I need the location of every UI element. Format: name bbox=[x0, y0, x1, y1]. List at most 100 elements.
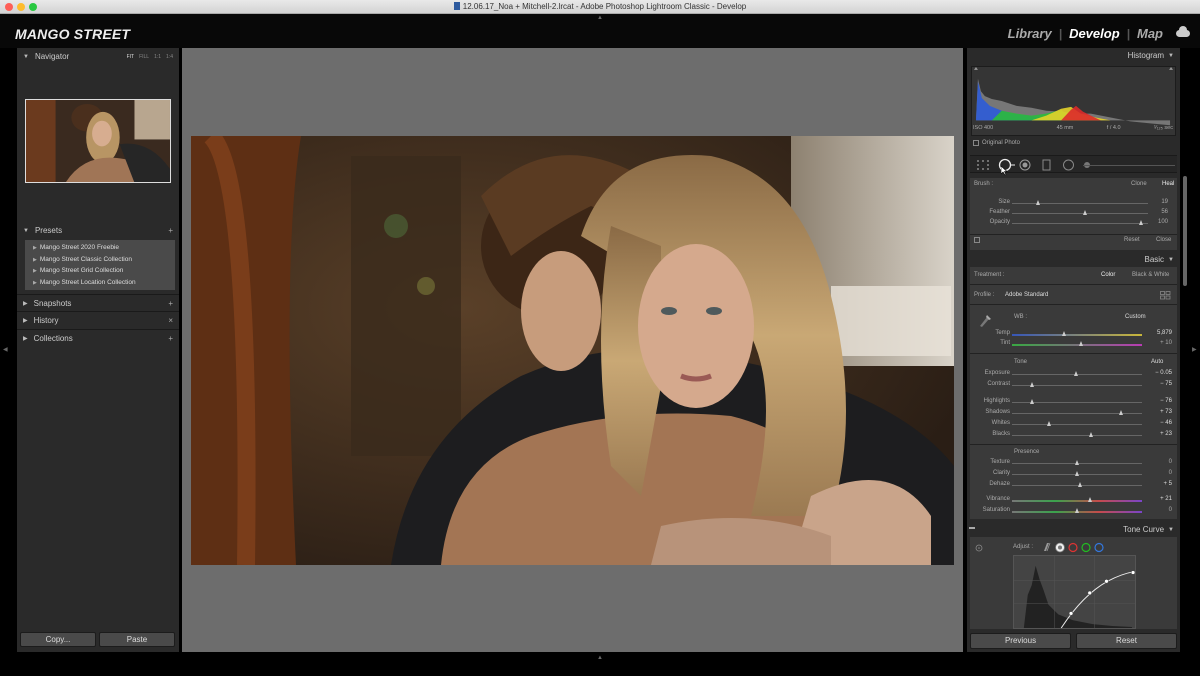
original-photo-checkbox[interactable] bbox=[973, 140, 979, 146]
size-value[interactable]: 19 bbox=[1142, 199, 1168, 205]
tint-slider-thumb[interactable] bbox=[1079, 341, 1083, 346]
wb-dropdown[interactable]: Custom bbox=[1125, 314, 1146, 320]
reset-button[interactable]: Reset bbox=[1076, 633, 1177, 649]
exposure-slider-row[interactable]: Exposure − 0.05 bbox=[970, 370, 1177, 379]
zoom-1-1[interactable]: 1:1 bbox=[154, 54, 161, 60]
blacks-slider-row[interactable]: Blacks + 23 bbox=[970, 431, 1177, 440]
paste-button[interactable]: Paste bbox=[99, 632, 175, 647]
highlights-value[interactable]: − 76 bbox=[1146, 398, 1172, 404]
module-map[interactable]: Map bbox=[1130, 26, 1170, 41]
collapse-triangle-icon[interactable]: ▼ bbox=[23, 54, 29, 60]
vibrance-slider-track[interactable] bbox=[1012, 500, 1142, 502]
size-slider-track[interactable] bbox=[1012, 203, 1148, 204]
right-panel-scrollbar[interactable] bbox=[1183, 176, 1187, 286]
shadows-slider-thumb[interactable] bbox=[1119, 410, 1123, 415]
previous-button[interactable]: Previous bbox=[970, 633, 1071, 649]
whites-value[interactable]: − 46 bbox=[1146, 420, 1172, 426]
shadows-slider-row[interactable]: Shadows + 73 bbox=[970, 409, 1177, 418]
navigator-thumbnail[interactable] bbox=[25, 99, 171, 183]
opacity-slider-row[interactable]: Opacity 100 bbox=[970, 219, 1177, 228]
clarity-slider-thumb[interactable] bbox=[1075, 471, 1079, 476]
treatment-bw-button[interactable]: Black & White bbox=[1132, 272, 1169, 278]
crop-overlay-icon[interactable] bbox=[976, 159, 990, 171]
zoom-fill[interactable]: FILL bbox=[139, 54, 149, 60]
preset-folder[interactable]: ▶ Mango Street Location Collection bbox=[25, 277, 175, 289]
contrast-slider-row[interactable]: Contrast − 75 bbox=[970, 381, 1177, 390]
panel-toggle-icon[interactable] bbox=[969, 527, 975, 529]
profile-browser-icon[interactable] bbox=[1160, 291, 1171, 300]
collapse-triangle-icon[interactable]: ▼ bbox=[1168, 53, 1174, 59]
clarity-value[interactable]: 0 bbox=[1146, 470, 1172, 476]
texture-slider-row[interactable]: Texture 0 bbox=[970, 459, 1177, 468]
saturation-slider-row[interactable]: Saturation 0 bbox=[970, 507, 1177, 516]
brush-reset-button[interactable]: Reset bbox=[1124, 237, 1140, 243]
treatment-color-button[interactable]: Color bbox=[1101, 272, 1115, 278]
size-slider-thumb[interactable] bbox=[1036, 200, 1040, 205]
blacks-slider-thumb[interactable] bbox=[1089, 432, 1093, 437]
right-panel-toggle-icon[interactable]: ▶ bbox=[1192, 346, 1197, 353]
saturation-slider-thumb[interactable] bbox=[1075, 508, 1079, 513]
tool-toggle-switch[interactable] bbox=[974, 237, 980, 243]
feather-slider-row[interactable]: Feather 56 bbox=[970, 209, 1177, 218]
temp-slider-row[interactable]: Temp 5,879 bbox=[970, 330, 1177, 339]
module-develop[interactable]: Develop bbox=[1062, 26, 1127, 41]
whites-slider-thumb[interactable] bbox=[1047, 421, 1051, 426]
texture-slider-thumb[interactable] bbox=[1075, 460, 1079, 465]
auto-tone-button[interactable]: Auto bbox=[1151, 359, 1163, 365]
image-canvas[interactable] bbox=[182, 48, 963, 652]
feather-slider-thumb[interactable] bbox=[1083, 210, 1087, 215]
feather-slider-track[interactable] bbox=[1012, 213, 1148, 214]
texture-value[interactable]: 0 bbox=[1146, 459, 1172, 465]
exposure-slider-thumb[interactable] bbox=[1074, 371, 1078, 376]
profile-dropdown[interactable]: Adobe Standard bbox=[1005, 292, 1048, 298]
tint-slider-track[interactable] bbox=[1012, 344, 1142, 346]
whites-slider-track[interactable] bbox=[1012, 424, 1142, 425]
cloud-icon[interactable] bbox=[1176, 26, 1190, 37]
history-header[interactable]: ▶ History × bbox=[17, 311, 179, 328]
tool-amount-slider[interactable] bbox=[1083, 165, 1175, 166]
tone-curve-header[interactable]: Tone Curve ▼ bbox=[967, 522, 1180, 537]
preset-folder[interactable]: ▶ Mango Street Classic Collection bbox=[25, 254, 175, 266]
highlights-slider-thumb[interactable] bbox=[1030, 399, 1034, 404]
vibrance-slider-row[interactable]: Vibrance + 21 bbox=[970, 496, 1177, 505]
add-collection-icon[interactable]: + bbox=[168, 334, 173, 343]
vibrance-value[interactable]: + 21 bbox=[1146, 496, 1172, 502]
snapshots-header[interactable]: ▶ Snapshots + bbox=[17, 294, 179, 311]
tone-curve-graph[interactable] bbox=[1013, 555, 1136, 629]
clear-history-icon[interactable]: × bbox=[168, 316, 173, 325]
whites-slider-row[interactable]: Whites − 46 bbox=[970, 420, 1177, 429]
dehaze-slider-row[interactable]: Dehaze + 5 bbox=[970, 481, 1177, 490]
preset-folder[interactable]: ▶ Mango Street Grid Collection bbox=[25, 265, 175, 277]
presets-header[interactable]: ▼ Presets + bbox=[17, 222, 179, 239]
graduated-filter-icon[interactable] bbox=[1042, 159, 1052, 171]
heal-mode-button[interactable]: Heal bbox=[1162, 181, 1174, 187]
vibrance-slider-thumb[interactable] bbox=[1088, 497, 1092, 502]
target-adjust-icon[interactable] bbox=[975, 544, 983, 552]
add-preset-icon[interactable]: + bbox=[168, 226, 173, 235]
basic-header[interactable]: Basic ▼ bbox=[967, 252, 1180, 267]
clarity-slider-row[interactable]: Clarity 0 bbox=[970, 470, 1177, 479]
zoom-1-4[interactable]: 1:4 bbox=[166, 54, 173, 60]
bottom-panel-toggle-icon[interactable]: ▲ bbox=[597, 655, 603, 661]
left-panel-toggle-icon[interactable]: ◀ bbox=[3, 346, 8, 353]
add-snapshot-icon[interactable]: + bbox=[168, 299, 173, 308]
navigator-header[interactable]: ▼ Navigator FIT FILL 1:1 1:4 bbox=[17, 48, 179, 65]
tint-value[interactable]: + 10 bbox=[1146, 340, 1172, 346]
collections-header[interactable]: ▶ Collections + bbox=[17, 329, 179, 346]
zoom-fit[interactable]: FIT bbox=[127, 54, 135, 60]
contrast-slider-thumb[interactable] bbox=[1030, 382, 1034, 387]
histogram-header[interactable]: Histogram ▼ bbox=[967, 48, 1180, 63]
contrast-value[interactable]: − 75 bbox=[1146, 381, 1172, 387]
blacks-value[interactable]: + 23 bbox=[1146, 431, 1172, 437]
original-photo-toggle[interactable]: Original Photo bbox=[973, 140, 1020, 146]
clone-mode-button[interactable]: Clone bbox=[1131, 181, 1147, 187]
exposure-value[interactable]: − 0.05 bbox=[1146, 370, 1172, 376]
blacks-slider-track[interactable] bbox=[1012, 435, 1142, 436]
size-slider-row[interactable]: Size 19 bbox=[970, 199, 1177, 208]
feather-value[interactable]: 56 bbox=[1142, 209, 1168, 215]
collapse-triangle-icon[interactable]: ▼ bbox=[1168, 527, 1174, 533]
copy-button[interactable]: Copy... bbox=[20, 632, 96, 647]
brush-close-button[interactable]: Close bbox=[1156, 237, 1171, 243]
dehaze-slider-thumb[interactable] bbox=[1078, 482, 1082, 487]
radial-filter-icon[interactable] bbox=[1062, 159, 1075, 171]
